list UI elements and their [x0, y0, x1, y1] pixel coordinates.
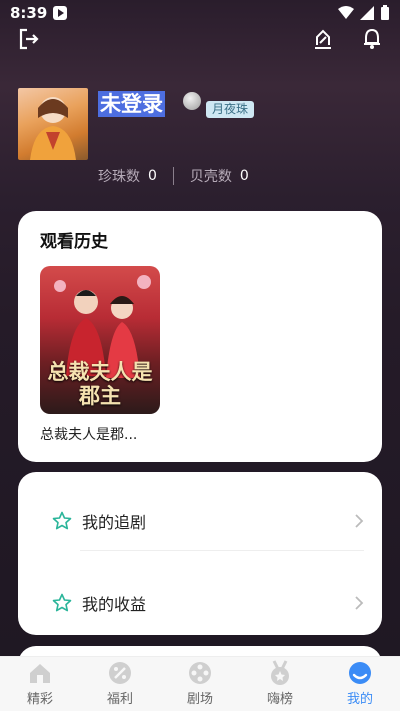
welfare-icon — [109, 662, 131, 684]
menu-card: 我的追剧 我的收益 — [18, 472, 382, 635]
media-playing-icon — [53, 6, 68, 20]
profile-icon — [349, 662, 371, 684]
bottom-tab-bar: 精彩 福利 剧场 嗨榜 我的 — [0, 656, 400, 711]
film-reel-icon — [189, 662, 211, 684]
tab-label: 我的 — [346, 692, 373, 707]
stats-divider — [172, 167, 174, 185]
status-bar: 8:39 — [0, 0, 400, 26]
logout-icon[interactable] — [18, 28, 40, 50]
star-outline-icon — [52, 593, 72, 612]
section-title: 观看历史 — [40, 232, 108, 252]
edit-icon[interactable] — [312, 28, 334, 50]
tab-home[interactable]: 精彩 — [0, 657, 80, 711]
tab-label: 嗨榜 — [266, 692, 293, 707]
avatar[interactable] — [18, 88, 88, 160]
history-item-title[interactable]: 总裁夫人是郡... — [40, 424, 137, 444]
profile-stats: 珍珠数 0 贝壳数 0 — [98, 166, 249, 186]
tab-ranking[interactable]: 嗨榜 — [240, 657, 320, 711]
watch-history-card: 观看历史 总裁夫人是郡主 总裁夫人是郡... — [18, 211, 382, 462]
status-time: 8:39 — [10, 4, 48, 22]
tab-label: 剧场 — [186, 692, 213, 707]
tab-welfare[interactable]: 福利 — [80, 657, 160, 711]
pearl-count-label: 珍珠数 — [98, 169, 140, 185]
tab-mine[interactable]: 我的 — [320, 657, 400, 711]
battery-icon — [381, 5, 389, 20]
member-badge: 月夜珠 — [206, 101, 255, 118]
status-icons — [338, 5, 390, 21]
tab-label: 精彩 — [26, 692, 53, 707]
shell-count-value: 0 — [239, 168, 249, 184]
pearl-badge-icon — [183, 92, 201, 110]
tab-label: 福利 — [106, 692, 133, 707]
pearl-count-value: 0 — [148, 168, 157, 184]
profile-header: 未登录 月夜珠 珍珠数 0 贝壳数 0 — [18, 88, 382, 198]
bell-icon[interactable] — [362, 28, 382, 50]
signal-icon — [360, 6, 374, 20]
username[interactable]: 未登录 — [98, 91, 165, 117]
poster-title: 总裁夫人是郡主 — [47, 359, 153, 408]
shell-count-label: 贝壳数 — [189, 169, 232, 185]
chevron-right-icon — [355, 596, 364, 610]
history-poster[interactable]: 总裁夫人是郡主 — [40, 266, 160, 414]
menu-divider — [80, 550, 364, 551]
medal-icon — [271, 660, 289, 685]
menu-item-label: 我的收益 — [82, 595, 147, 614]
menu-item-label: 我的追剧 — [82, 513, 147, 532]
menu-item-my-follows[interactable]: 我的追剧 — [18, 493, 382, 549]
home-icon — [30, 664, 50, 683]
top-actions — [0, 28, 400, 50]
menu-item-my-earnings[interactable]: 我的收益 — [18, 575, 382, 631]
star-outline-icon — [52, 511, 72, 530]
avatar-figure-icon — [30, 97, 76, 160]
chevron-right-icon — [355, 514, 364, 528]
tab-theater[interactable]: 剧场 — [160, 657, 240, 711]
wifi-icon — [338, 6, 354, 19]
